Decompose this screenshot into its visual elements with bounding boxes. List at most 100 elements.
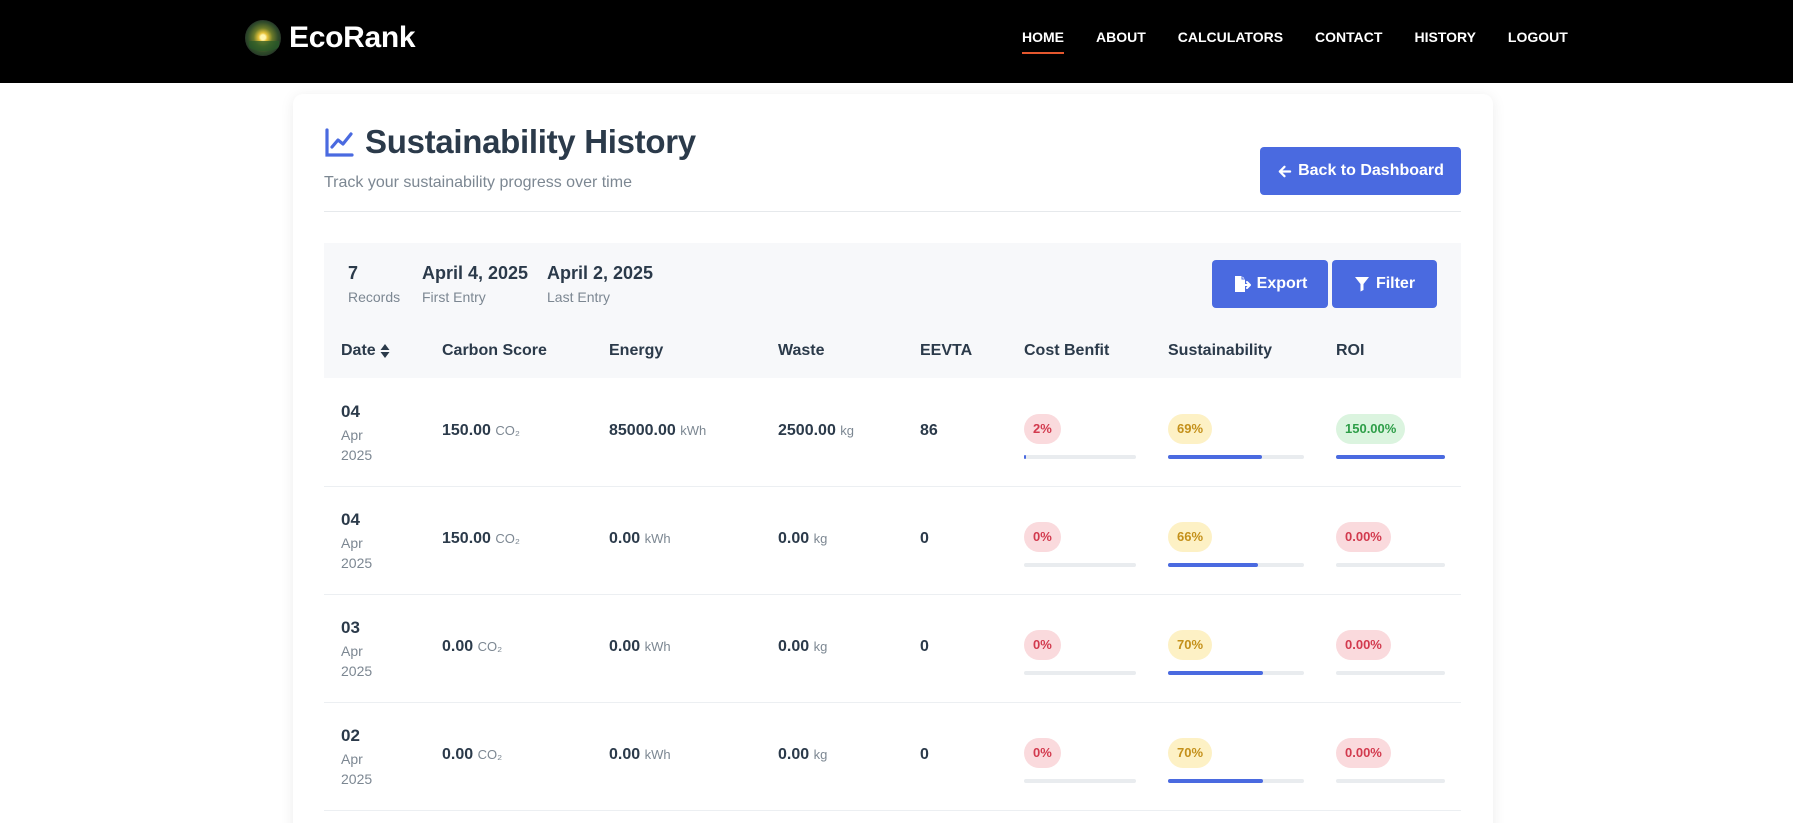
cost-benefit-badge: 0% (1024, 738, 1061, 768)
nav-logout[interactable]: LOGOUT (1508, 29, 1568, 49)
energy-unit: kWh (644, 747, 671, 762)
col-date-header[interactable]: Date (341, 342, 390, 360)
carbon-unit: CO₂ (477, 747, 503, 762)
cost-benefit-fill (1024, 455, 1027, 459)
nav-calculators[interactable]: CALCULATORS (1178, 29, 1283, 49)
stat-first-entry-label: First Entry (422, 289, 486, 305)
date-cell: 04 Apr 2025 (341, 510, 372, 573)
sustainability-cell: 69% (1168, 414, 1304, 459)
table-row: 04 Apr 2025 150.00 CO₂ 85000.00 kWh 2500… (324, 379, 1461, 487)
roi-fill (1336, 455, 1445, 459)
col-roi-header: ROI (1336, 342, 1365, 359)
cost-benefit-cell: 0% (1024, 630, 1136, 675)
energy-value: 0.00 (609, 638, 641, 655)
chart-line-icon (325, 128, 354, 157)
brand-name: EcoRank (289, 21, 416, 54)
waste-value: 0.00 (778, 746, 810, 763)
date-year: 2025 (341, 555, 373, 571)
stat-last-entry: April 2, 2025 Last Entry (547, 263, 653, 305)
date-year: 2025 (341, 663, 373, 679)
energy-unit: kWh (680, 423, 707, 438)
waste-cell: 0.00 kg (778, 746, 827, 764)
waste-unit: kg (813, 639, 828, 654)
date-cell: 04 Apr 2025 (341, 402, 372, 465)
date-year: 2025 (341, 447, 373, 463)
waste-value: 0.00 (778, 638, 810, 655)
eevta-value: 0 (920, 530, 929, 547)
sustainability-badge: 66% (1168, 522, 1213, 552)
carbon-cell: 150.00 CO₂ (442, 422, 520, 440)
sustainability-badge: 69% (1168, 414, 1213, 444)
table-row: 03 Apr 2025 0.00 CO₂ 0.00 kWh 0.00 kg 0 … (324, 595, 1461, 703)
filter-icon (1354, 277, 1369, 292)
nav-contact[interactable]: CONTACT (1315, 29, 1382, 49)
date-cell: 02 Apr 2025 (341, 726, 372, 789)
carbon-value: 150.00 (442, 530, 491, 547)
carbon-value: 0.00 (442, 638, 474, 655)
date-day: 04 (341, 510, 360, 529)
sort-icon (380, 344, 390, 358)
date-month: Apr (341, 427, 363, 443)
date-month: Apr (341, 751, 363, 767)
table-row: 04 Apr 2025 150.00 CO₂ 0.00 kWh 0.00 kg … (324, 487, 1461, 595)
sustainability-bar (1168, 779, 1304, 783)
roi-badge: 0.00% (1336, 738, 1391, 768)
energy-cell: 85000.00 kWh (609, 422, 706, 440)
stat-first-entry: April 4, 2025 First Entry (422, 263, 528, 305)
brand[interactable]: EcoRank (245, 20, 416, 56)
col-cost-benefit-header: Cost Benfit (1024, 342, 1110, 359)
energy-cell: 0.00 kWh (609, 638, 671, 656)
table-row: 02 Apr 2025 0.00 CO₂ 0.00 kWh 0.00 kg 0 … (324, 703, 1461, 811)
top-navbar: EcoRank HOME ABOUT CALCULATORS CONTACT H… (0, 0, 1793, 83)
arrow-left-icon (1278, 165, 1292, 177)
energy-cell: 0.00 kWh (609, 746, 671, 764)
sustainability-bar (1168, 563, 1304, 567)
col-eevta-header: EEVTA (920, 342, 973, 359)
stat-records-value: 7 (348, 263, 359, 283)
filter-button[interactable]: Filter (1332, 260, 1437, 308)
nav-home[interactable]: HOME (1022, 29, 1064, 54)
roi-bar (1336, 671, 1445, 675)
sustainability-badge: 70% (1168, 630, 1213, 660)
carbon-cell: 0.00 CO₂ (442, 638, 502, 656)
main-nav: HOME ABOUT CALCULATORS CONTACT HISTORY L… (1022, 29, 1568, 54)
cost-benefit-bar (1024, 671, 1136, 675)
energy-value: 0.00 (609, 746, 641, 763)
sustainability-fill (1168, 563, 1258, 567)
nav-about[interactable]: ABOUT (1096, 29, 1146, 49)
energy-value: 0.00 (609, 530, 641, 547)
nav-history[interactable]: HISTORY (1414, 29, 1475, 49)
carbon-cell: 0.00 CO₂ (442, 746, 502, 764)
back-to-dashboard-label: Back to Dashboard (1298, 162, 1444, 179)
carbon-value: 0.00 (442, 746, 474, 763)
roi-bar (1336, 779, 1445, 783)
page-title: Sustainability History (365, 123, 696, 160)
date-year: 2025 (341, 771, 373, 787)
date-cell: 03 Apr 2025 (341, 618, 372, 681)
carbon-unit: CO₂ (495, 423, 520, 438)
brand-logo-icon (245, 20, 281, 56)
cost-benefit-cell: 2% (1024, 414, 1136, 459)
sustainability-cell: 70% (1168, 738, 1304, 783)
sustainability-fill (1168, 455, 1262, 459)
eevta-value: 0 (920, 746, 929, 763)
eevta-value: 0 (920, 638, 929, 655)
sustainability-fill (1168, 671, 1264, 675)
carbon-unit: CO₂ (477, 639, 503, 654)
cost-benefit-cell: 0% (1024, 738, 1136, 783)
sustainability-cell: 70% (1168, 630, 1304, 675)
export-button[interactable]: Export (1212, 260, 1328, 308)
roi-cell: 150.00% (1336, 414, 1445, 459)
sustainability-fill (1168, 779, 1264, 783)
sustainability-bar (1168, 455, 1304, 459)
cost-benefit-bar (1024, 779, 1136, 783)
cost-benefit-bar (1024, 563, 1136, 567)
back-to-dashboard-button[interactable]: Back to Dashboard (1260, 147, 1461, 195)
waste-cell: 2500.00 kg (778, 422, 854, 440)
date-month: Apr (341, 535, 363, 551)
roi-bar (1336, 563, 1445, 567)
roi-cell: 0.00% (1336, 522, 1445, 567)
col-date-label: Date (341, 342, 376, 359)
carbon-value: 150.00 (442, 422, 491, 439)
sustainability-cell: 66% (1168, 522, 1304, 567)
